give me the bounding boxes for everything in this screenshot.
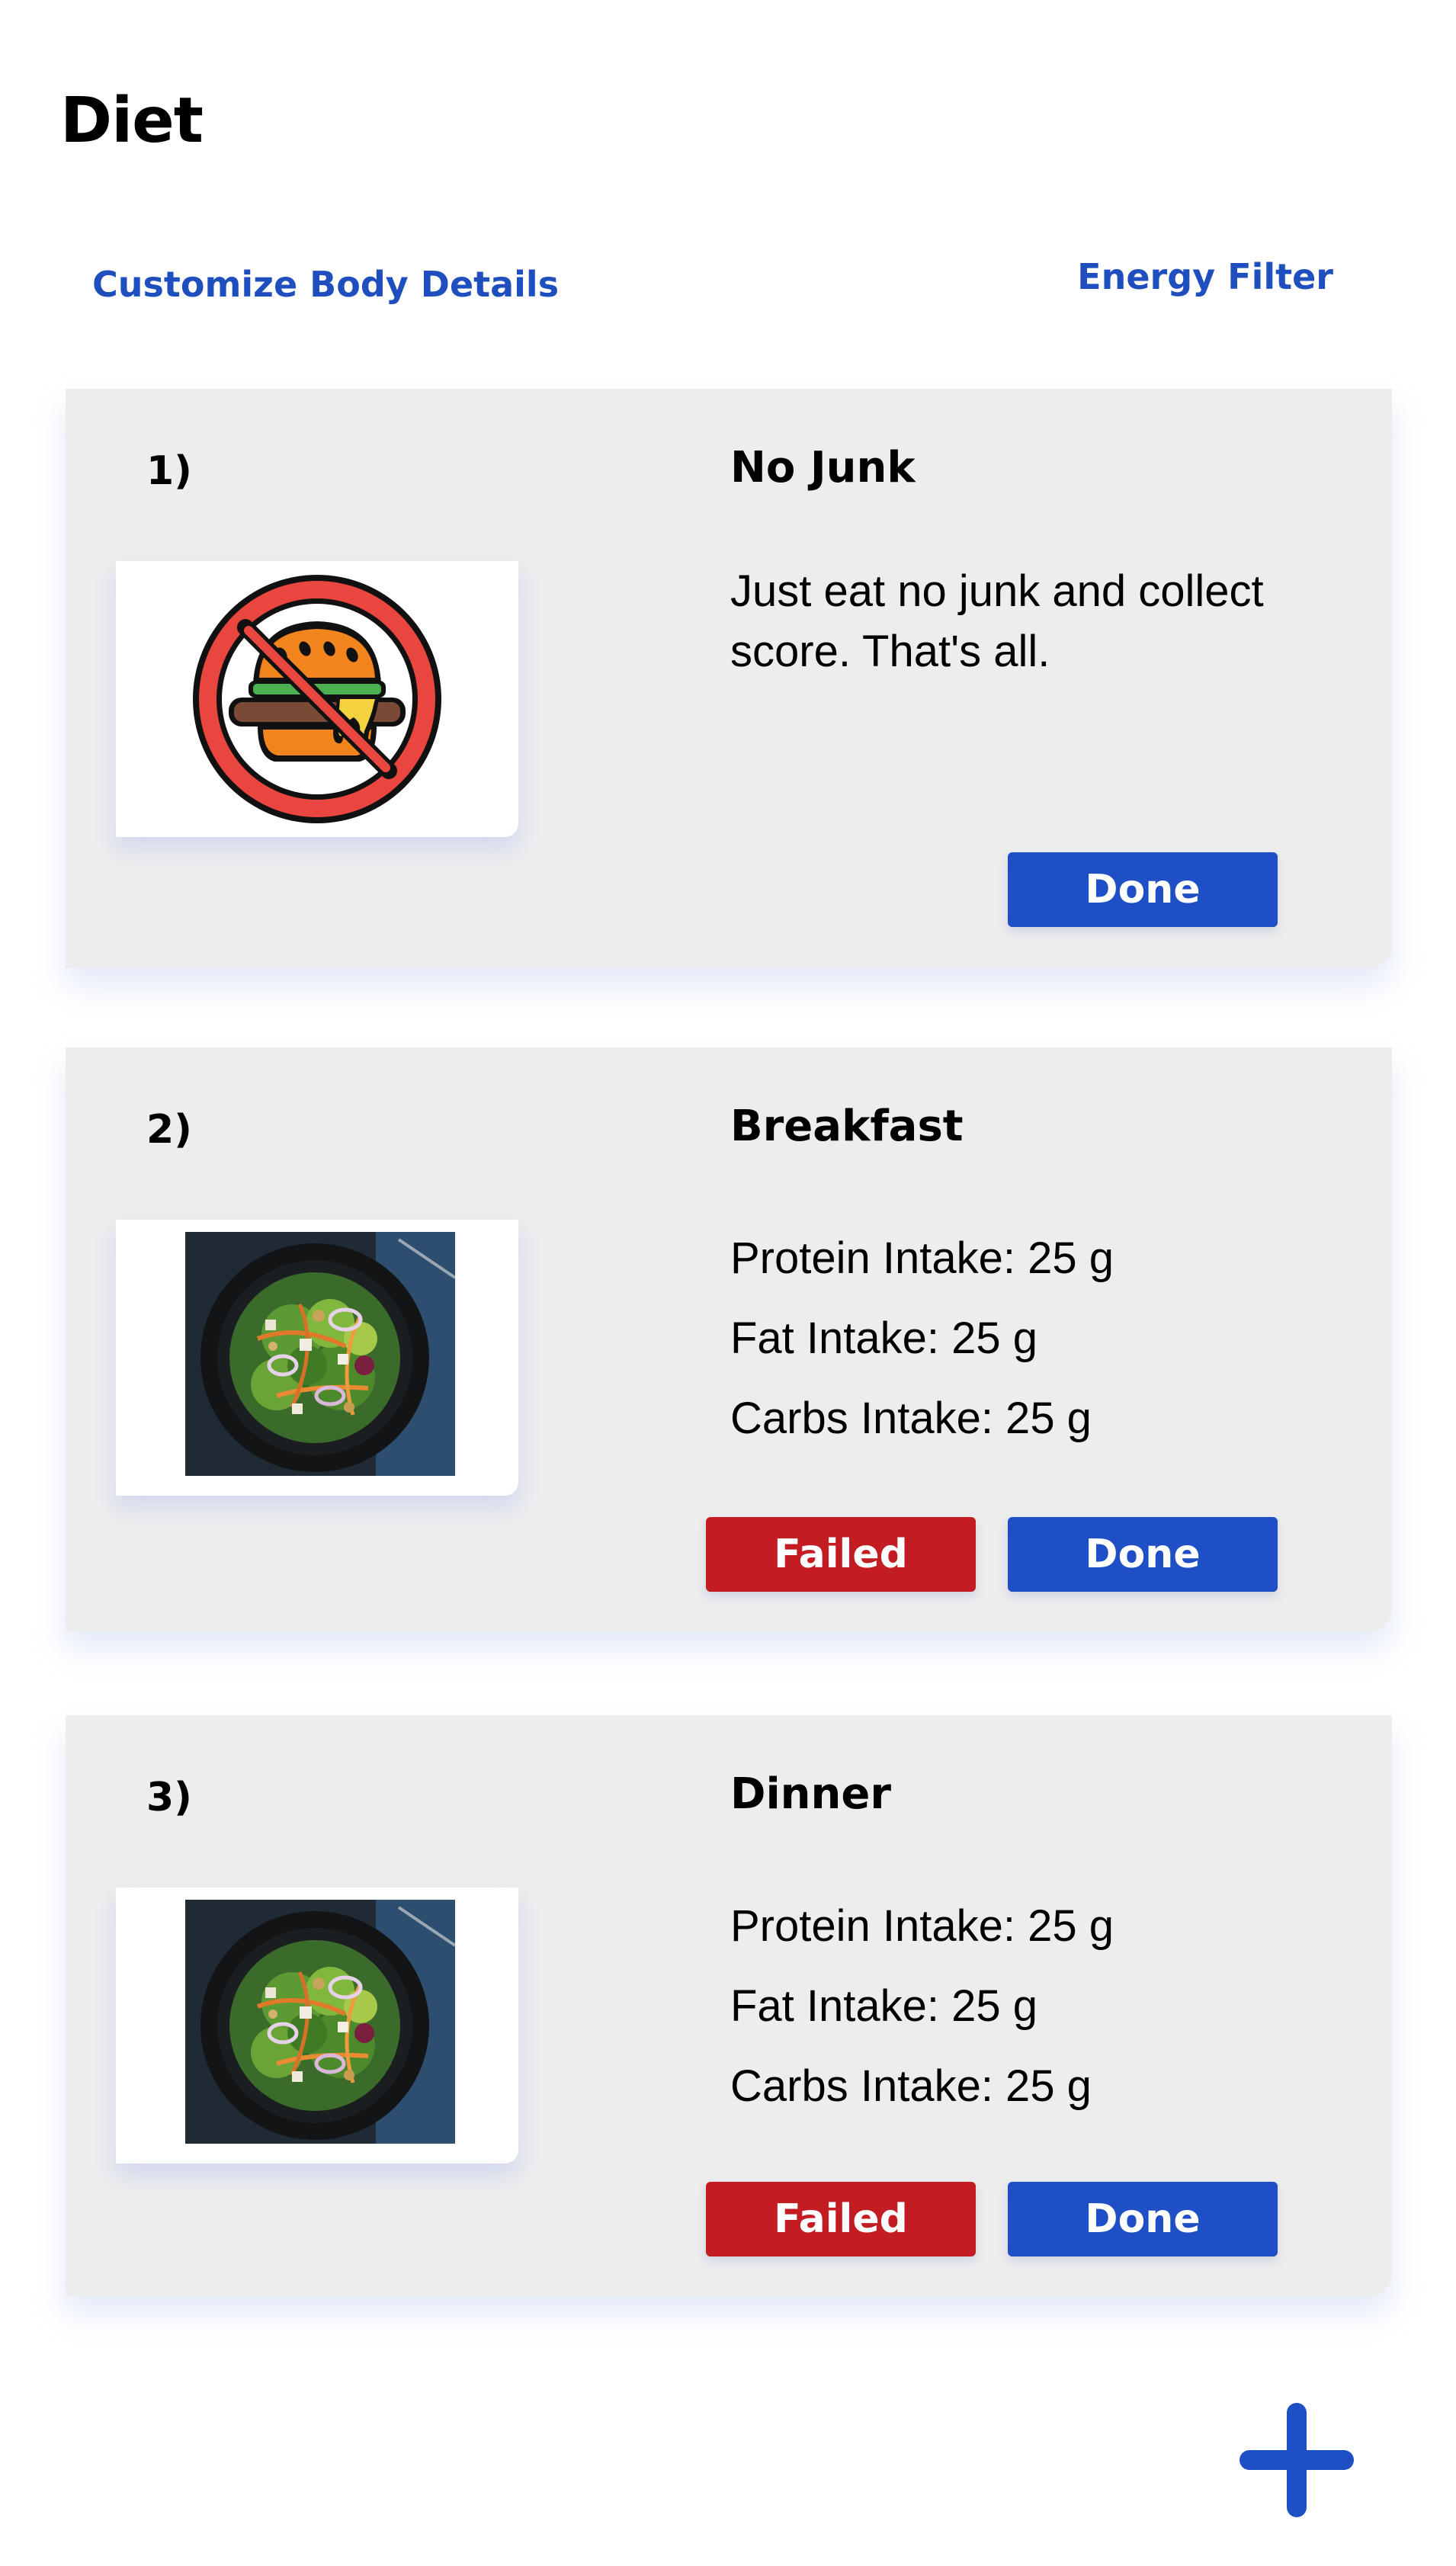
done-button[interactable]: Done [1008,852,1278,927]
card-title: Dinner [730,1769,892,1819]
fat-intake: Fat Intake: 25 g [730,1981,1038,2031]
failed-button[interactable]: Failed [706,2182,976,2256]
card-number: 3) [146,1775,192,1820]
card-number: 1) [146,448,192,494]
protein-intake: Protein Intake: 25 g [730,1233,1114,1283]
energy-filter-link[interactable]: Energy Filter [1077,259,1333,294]
page-title: Diet [60,85,204,157]
fat-intake: Fat Intake: 25 g [730,1313,1038,1363]
carbs-intake: Carbs Intake: 25 g [730,2061,1092,2111]
no-junk-food-icon [193,575,441,823]
intake-list: Protein Intake: 25 g Fat Intake: 25 g Ca… [730,1218,1114,1458]
diet-card-dinner: 3) Dinner Protein Intake: 25 g Fat Intak… [66,1715,1392,2296]
card-number: 2) [146,1107,192,1153]
intake-list: Protein Intake: 25 g Fat Intake: 25 g Ca… [730,1886,1114,2126]
salad-image [185,1232,455,1476]
card-image [116,561,518,837]
card-description: Just eat no junk and collect score. That… [730,566,1264,676]
card-title: No Junk [730,443,916,492]
failed-button[interactable]: Failed [706,1517,976,1592]
diet-card-breakfast: 2) Breakfast Protein Intake: 25 g Fat In… [66,1047,1392,1631]
diet-card-no-junk: 1) No Junk Just eat no junk and collect [66,389,1392,968]
customize-body-details-link[interactable]: Customize Body Details [92,267,559,302]
card-image [116,1220,518,1496]
done-button[interactable]: Done [1008,2182,1278,2256]
salad-image [185,1900,455,2144]
card-image [116,1888,518,2163]
carbs-intake: Carbs Intake: 25 g [730,1394,1092,1443]
plus-icon [1240,2403,1354,2517]
card-title: Breakfast [730,1102,964,1151]
done-button[interactable]: Done [1008,1517,1278,1592]
protein-intake: Protein Intake: 25 g [730,1901,1114,1951]
add-button[interactable] [1236,2400,1357,2520]
